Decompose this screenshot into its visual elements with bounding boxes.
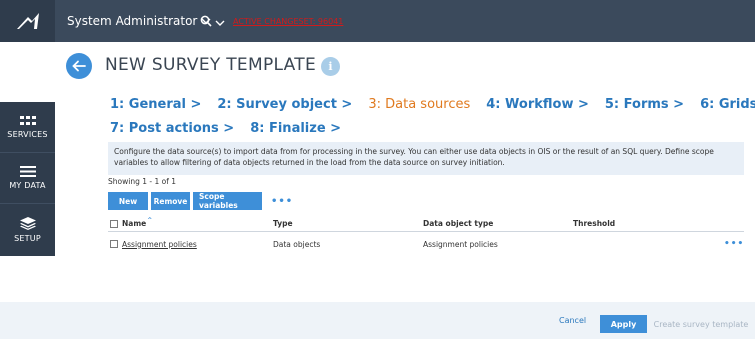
pagination-status: Showing 1 - 1 of 1	[108, 177, 177, 186]
sidebar-item-setup[interactable]: SETUP	[0, 204, 55, 255]
table-row: Assignment policies Data objects Assignm…	[108, 232, 744, 256]
logo[interactable]	[0, 0, 55, 42]
step-data-sources[interactable]: 3: Data sources	[368, 97, 470, 112]
step-general[interactable]: 1: General >	[110, 97, 201, 112]
user-menu[interactable]: System Administrator	[67, 0, 211, 42]
column-header-threshold[interactable]: Threshold	[573, 216, 615, 231]
page-title: NEW SURVEY TEMPLATE	[105, 55, 316, 75]
column-header-name[interactable]: Name	[122, 219, 146, 228]
remove-button[interactable]: Remove	[151, 192, 190, 210]
scope-variables-button[interactable]: Scope variables	[193, 192, 262, 210]
changeset-warning-link[interactable]: ACTIVE CHANGESET: 96041	[233, 0, 343, 42]
grid-icon	[19, 115, 36, 125]
wizard-steps: 1: General > 2: Survey object > 3: Data …	[110, 92, 755, 140]
step-grids[interactable]: 6: Grids >	[700, 97, 755, 112]
info-icon[interactable]: i	[321, 57, 340, 76]
row-name-link[interactable]: Assignment policies	[122, 240, 197, 249]
sidebar-item-services[interactable]: SERVICES	[0, 102, 55, 153]
back-button[interactable]	[66, 53, 92, 79]
sidebar-item-label: SETUP	[14, 233, 41, 243]
sidebar-item-label: SERVICES	[7, 129, 48, 139]
menu-icon	[19, 166, 36, 177]
row-checkbox[interactable]	[110, 240, 118, 248]
column-header-data-object-type[interactable]: Data object type	[423, 216, 493, 231]
layers-icon	[19, 216, 36, 230]
top-bar: System Administrator ACTIVE CHANGESET: 9…	[0, 0, 755, 42]
more-actions-icon[interactable]: •••	[271, 196, 293, 207]
sidebar: SERVICES MY DATA SETUP	[0, 102, 55, 256]
logo-icon	[16, 13, 39, 29]
data-sources-table: Name ^ Type Data object type Threshold A…	[108, 216, 744, 256]
chevron-down-icon	[215, 12, 225, 31]
search-menu[interactable]	[200, 0, 225, 42]
column-header-type[interactable]: Type	[273, 216, 293, 231]
create-survey-template-button: Create survey template	[651, 315, 751, 333]
new-button[interactable]: New	[108, 192, 148, 210]
step-finalize[interactable]: 8: Finalize >	[250, 121, 341, 136]
row-type: Data objects	[273, 239, 321, 249]
sidebar-item-my-data[interactable]: MY DATA	[0, 153, 55, 204]
user-name: System Administrator	[67, 14, 198, 28]
row-more-icon[interactable]: •••	[724, 239, 744, 249]
sort-asc-icon: ^	[147, 217, 153, 224]
search-icon	[200, 15, 212, 27]
step-workflow[interactable]: 4: Workflow >	[486, 97, 589, 112]
arrow-left-icon	[72, 60, 86, 72]
step-survey-object[interactable]: 2: Survey object >	[217, 97, 352, 112]
toolbar: New Remove Scope variables •••	[108, 192, 293, 210]
cancel-button[interactable]: Cancel	[559, 302, 586, 339]
sidebar-item-label: MY DATA	[9, 181, 46, 190]
row-data-object-type: Assignment policies	[423, 239, 498, 249]
apply-button[interactable]: Apply	[600, 315, 647, 333]
select-all-checkbox[interactable]	[110, 219, 118, 228]
table-header: Name ^ Type Data object type Threshold	[108, 216, 744, 232]
step-forms[interactable]: 5: Forms >	[605, 97, 684, 112]
step-description: Configure the data source(s) to import d…	[108, 142, 744, 175]
step-post-actions[interactable]: 7: Post actions >	[110, 121, 234, 136]
